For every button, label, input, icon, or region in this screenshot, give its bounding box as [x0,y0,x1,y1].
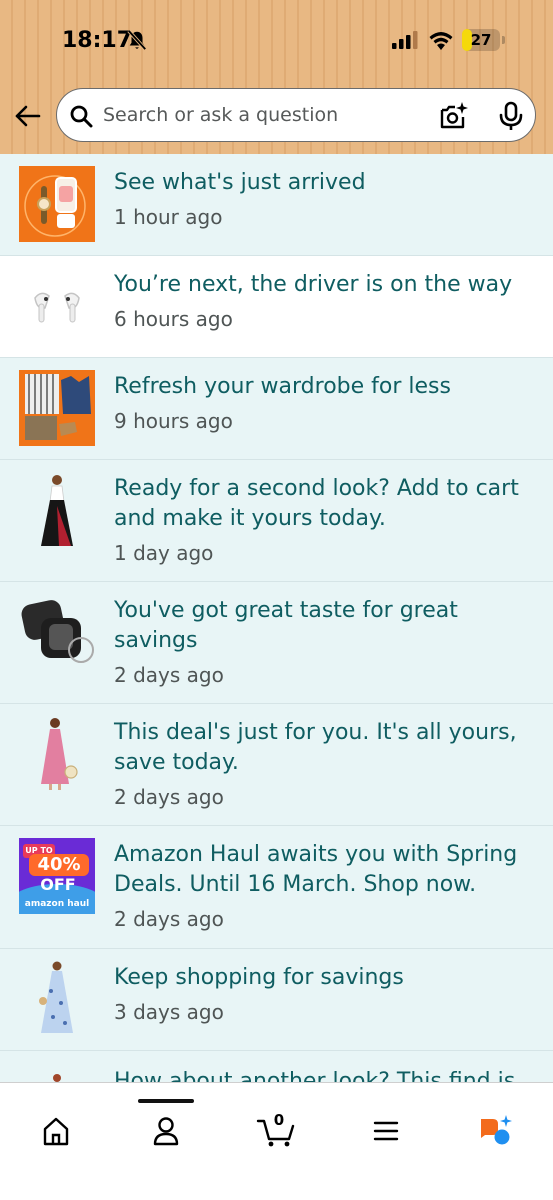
menu-icon[interactable] [364,1113,408,1149]
notification-item[interactable]: You've got great taste for great savings… [0,582,553,704]
bottom-nav: 0 [0,1082,553,1200]
search-input[interactable] [103,99,423,131]
home-icon[interactable] [34,1113,78,1149]
notification-time: 9 hours ago [114,409,233,433]
haul-off-label: OFF [40,875,76,894]
battery-level: 27 [470,31,492,49]
haul-percent-label: 40% [29,854,89,876]
rufus-icon[interactable] [474,1113,518,1149]
dress-floral-icon [19,961,95,1037]
search-icon [70,105,93,128]
notification-time: 1 day ago [114,541,214,565]
haul-brand-label: amazon haul [24,899,90,909]
notification-item[interactable]: How about another look? This find is [0,1051,553,1082]
notification-title: Refresh your wardrobe for less [114,374,451,399]
notification-title: Amazon Haul awaits you with Spring Deals… [114,842,518,897]
notification-item[interactable]: Ready for a second look? Add to cart and… [0,460,553,582]
notification-time: 1 hour ago [114,205,223,229]
bell-off-icon [127,29,147,51]
notification-item[interactable]: See what's just arrived 1 hour ago [0,154,553,256]
dress-pink-icon [19,716,95,792]
microphone-icon[interactable] [497,101,525,131]
notification-title: How about another look? This find is [114,1069,516,1082]
search-bar[interactable] [56,88,536,142]
notification-item[interactable]: You’re next, the driver is on the way 6 … [0,256,553,358]
notifications-list: See what's just arrived 1 hour ago You’r… [0,154,553,1082]
status-bar: 18:17 27 [0,0,553,80]
notification-time: 6 hours ago [114,307,233,331]
battery-indicator: 27 [462,29,506,51]
wifi-icon [429,32,453,50]
amazon-haul-icon: UP TO 40% OFF amazon haul [19,838,95,914]
notification-time: 3 days ago [114,1000,224,1024]
notification-item[interactable]: Refresh your wardrobe for less 9 hours a… [0,358,553,460]
notification-title: This deal's just for you. It's all yours… [114,720,517,775]
cart-count: 0 [273,1111,285,1129]
notification-time: 2 days ago [114,663,224,687]
cellular-signal-icon [392,31,418,49]
notification-time: 2 days ago [114,907,224,931]
account-icon[interactable] [144,1113,188,1149]
notification-title: You’re next, the driver is on the way [114,272,513,297]
notification-title: Ready for a second look? Add to cart and… [114,476,519,531]
notification-title: Keep shopping for savings [114,965,404,990]
clothing-icon [19,370,95,446]
earbuds-case-icon [19,594,95,670]
dress-red-icon [19,1073,95,1082]
camera-search-icon[interactable] [439,101,469,131]
cart-button[interactable]: 0 [254,1111,298,1149]
blender-watch-icon [19,166,95,242]
dress-black-icon [19,472,95,548]
active-tab-indicator [138,1099,194,1103]
notification-title: See what's just arrived [114,170,366,195]
notification-item[interactable]: This deal's just for you. It's all yours… [0,704,553,826]
notification-item[interactable]: UP TO 40% OFF amazon haul Amazon Haul aw… [0,826,553,949]
status-time: 18:17 [62,28,133,53]
earbuds-icon [19,268,95,344]
notification-time: 2 days ago [114,785,224,809]
app-header: 18:17 27 [0,0,553,154]
notification-item[interactable]: Keep shopping for savings 3 days ago [0,949,553,1051]
back-arrow-icon[interactable] [14,102,42,130]
notification-title: You've got great taste for great savings [114,598,458,653]
